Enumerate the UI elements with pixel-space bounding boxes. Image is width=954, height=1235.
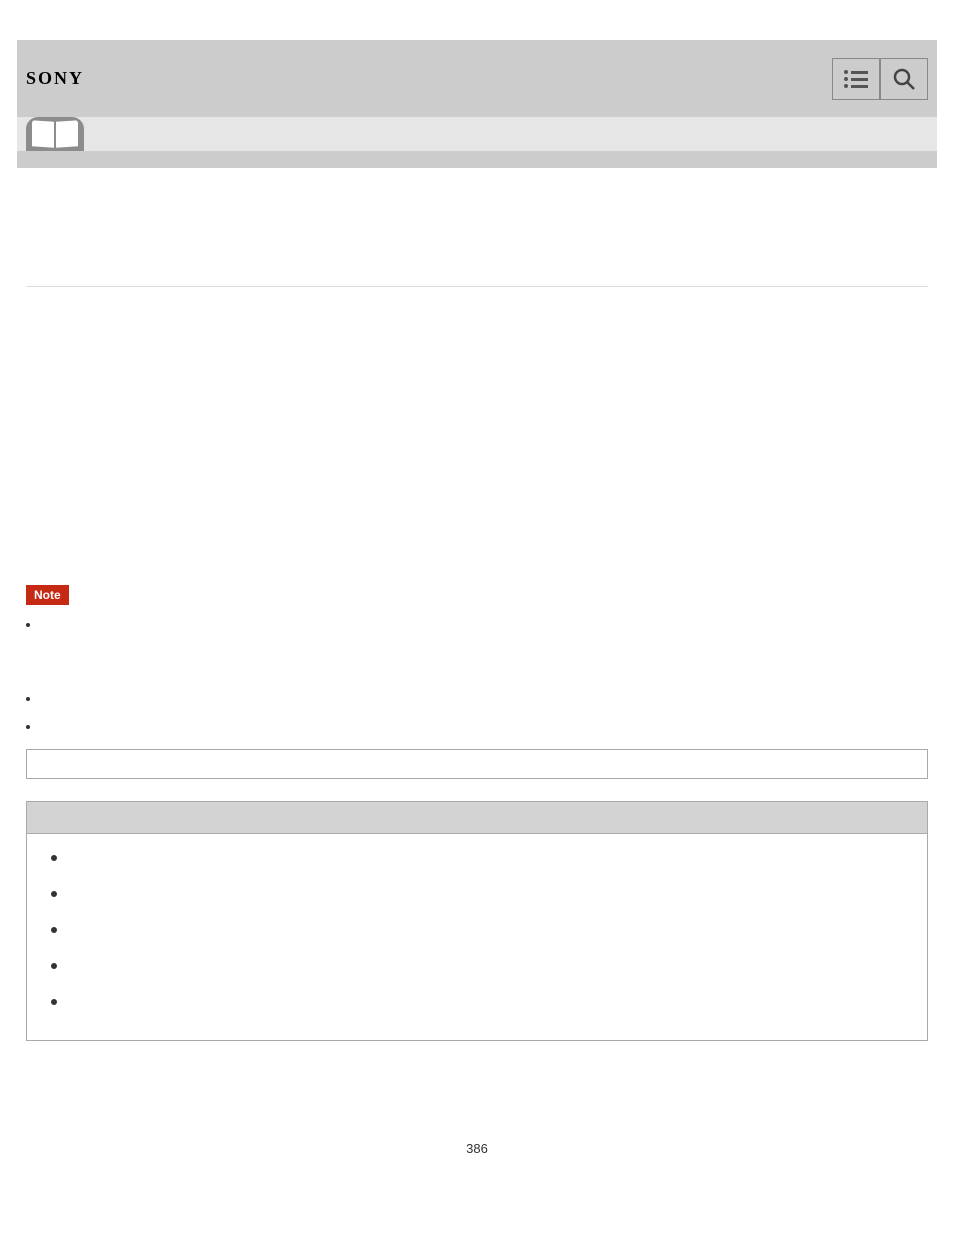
related-topic-link[interactable] (51, 996, 903, 1008)
note-label: Note (26, 585, 69, 605)
search-icon[interactable] (880, 58, 928, 100)
related-topic-link[interactable] (51, 924, 903, 936)
bullet-item (26, 721, 928, 735)
hint-box (26, 749, 928, 779)
stripe (17, 151, 937, 168)
open-book-icon[interactable] (26, 117, 84, 151)
list-icon[interactable] (832, 58, 880, 100)
main-content: Note 386 (17, 168, 937, 1156)
bullet-item (26, 693, 928, 707)
related-topic-header (27, 802, 927, 834)
related-topic-list (51, 852, 903, 1008)
related-topic-box (26, 801, 928, 1041)
header-icon-group (832, 58, 928, 100)
note-bullets (26, 619, 928, 735)
header-bar: SONY (17, 40, 937, 117)
related-topic-link[interactable] (51, 960, 903, 972)
page-number: 386 (26, 1141, 928, 1156)
sub-header-bar (17, 117, 937, 151)
brand-logo: SONY (26, 68, 84, 89)
related-topic-link[interactable] (51, 888, 903, 900)
bullet-item (26, 619, 928, 633)
related-topic-link[interactable] (51, 852, 903, 864)
divider (26, 286, 928, 287)
